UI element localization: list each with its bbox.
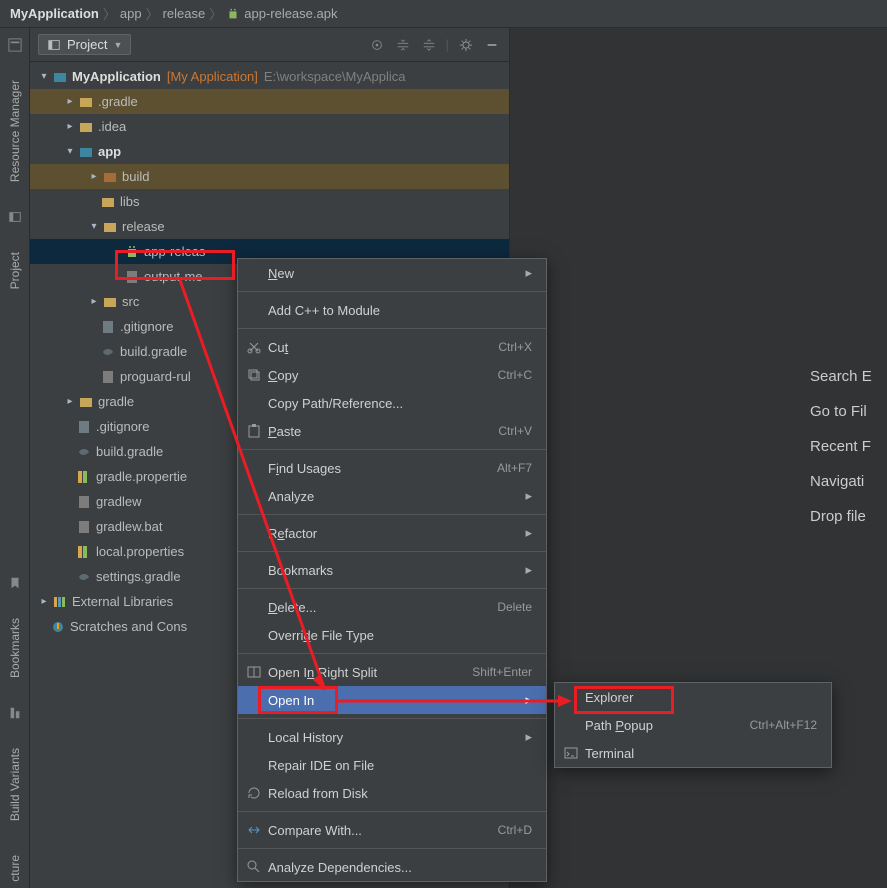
minimize-icon[interactable]: [483, 36, 501, 54]
menu-add-cpp[interactable]: Add C++ to Module: [238, 296, 546, 324]
crumb-root[interactable]: MyApplication: [10, 6, 99, 21]
tool-build-variants[interactable]: Build Variants: [8, 742, 22, 827]
libraries-icon: [52, 594, 68, 610]
menu-open-split[interactable]: Open In Right SplitShift+Enter: [238, 658, 546, 686]
build-variants-icon: [8, 706, 22, 720]
json-file-icon: [124, 269, 140, 285]
terminal-icon: [563, 745, 579, 761]
menu-compare[interactable]: Compare With...Ctrl+D: [238, 816, 546, 844]
menu-find-usages[interactable]: Find UsagesAlt+F7: [238, 454, 546, 482]
quick-goto: Go to Fil: [810, 403, 887, 420]
gitignore-icon: [76, 419, 92, 435]
quick-recent: Recent F: [810, 438, 887, 455]
module-folder-icon: [78, 144, 94, 160]
apk-icon: [124, 244, 140, 260]
folder-icon: [102, 219, 118, 235]
tree-node-release[interactable]: ▾ release: [30, 214, 509, 239]
tool-resource-manager[interactable]: Resource Manager: [8, 74, 22, 188]
menu-override-filetype[interactable]: Override File Type: [238, 621, 546, 649]
submenu-path-popup[interactable]: Path PopupCtrl+Alt+F12: [555, 711, 831, 739]
expand-all-icon[interactable]: [394, 36, 412, 54]
properties-icon: [76, 469, 92, 485]
menu-bookmarks[interactable]: Bookmarks▸: [238, 556, 546, 584]
breadcrumbs: MyApplication 〉 app 〉 release 〉 app-rele…: [0, 0, 887, 28]
view-icon: [47, 38, 61, 52]
tree-node-libs[interactable]: libs: [30, 189, 509, 214]
submenu-explorer[interactable]: Explorer: [555, 683, 831, 711]
menu-analyze[interactable]: Analyze▸: [238, 482, 546, 510]
folder-icon: [100, 194, 116, 210]
compare-icon: [246, 822, 262, 838]
chevron-right-icon: 〉: [103, 4, 116, 23]
chevron-right-icon: 〉: [146, 4, 159, 23]
gradle-icon: [76, 569, 92, 585]
chevron-right-icon: 〉: [209, 4, 222, 23]
properties-icon: [76, 544, 92, 560]
project-view-selector[interactable]: Project ▼: [38, 34, 131, 55]
crumb-release[interactable]: release: [163, 6, 206, 21]
menu-analyze-deps[interactable]: Analyze Dependencies...: [238, 853, 546, 881]
tree-node-idea[interactable]: ▸ .idea: [30, 114, 509, 139]
menu-copypath[interactable]: Copy Path/Reference...: [238, 389, 546, 417]
tree-node-app[interactable]: ▾ app: [30, 139, 509, 164]
split-icon: [246, 664, 262, 680]
reload-icon: [246, 785, 262, 801]
tree-node-build[interactable]: ▸ build: [30, 164, 509, 189]
text-file-icon: [100, 369, 116, 385]
tool-project[interactable]: Project: [8, 246, 22, 295]
folder-icon: [78, 394, 94, 410]
folder-icon: [78, 94, 94, 110]
folder-icon: [78, 119, 94, 135]
context-menu: New▸ Add C++ to Module CutCtrl+X CopyCtr…: [237, 258, 547, 882]
folder-icon: [102, 294, 118, 310]
tool-window-bar: Resource Manager Project Bookmarks Build…: [0, 28, 30, 888]
quick-drop: Drop file: [810, 508, 887, 525]
menu-reload-disk[interactable]: Reload from Disk: [238, 779, 546, 807]
menu-copy[interactable]: CopyCtrl+C: [238, 361, 546, 389]
bat-file-icon: [76, 519, 92, 535]
analyze-deps-icon: [246, 859, 262, 875]
crumb-file[interactable]: app-release.apk: [244, 6, 337, 21]
gitignore-icon: [100, 319, 116, 335]
menu-new[interactable]: New▸: [238, 259, 546, 287]
folder-icon: [102, 169, 118, 185]
paste-icon: [246, 423, 262, 439]
chevron-down-icon: ▼: [113, 40, 122, 50]
view-label: Project: [67, 37, 107, 52]
bookmark-icon: [8, 576, 22, 590]
menu-local-history[interactable]: Local History▸: [238, 723, 546, 751]
tree-node-gradle-dir[interactable]: ▸ .gradle: [30, 89, 509, 114]
menu-open-in[interactable]: Open In▸: [238, 686, 546, 714]
menu-delete[interactable]: Delete...Delete: [238, 593, 546, 621]
collapse-all-icon[interactable]: [420, 36, 438, 54]
project-tool-icon: [8, 210, 22, 224]
quick-navbar: Navigati: [810, 473, 887, 490]
module-icon: [52, 69, 68, 85]
gear-icon[interactable]: [457, 36, 475, 54]
crumb-app[interactable]: app: [120, 6, 142, 21]
menu-paste[interactable]: PasteCtrl+V: [238, 417, 546, 445]
locate-icon[interactable]: [368, 36, 386, 54]
gradle-icon: [100, 344, 116, 360]
cut-icon: [246, 339, 262, 355]
menu-cut[interactable]: CutCtrl+X: [238, 333, 546, 361]
tree-root[interactable]: ▾ MyApplication [My Application] E:\work…: [30, 64, 509, 89]
tool-bookmarks[interactable]: Bookmarks: [8, 612, 22, 684]
resource-manager-icon: [8, 38, 22, 52]
menu-repair-ide[interactable]: Repair IDE on File: [238, 751, 546, 779]
submenu-terminal[interactable]: Terminal: [555, 739, 831, 767]
apk-icon: [226, 7, 240, 21]
gradle-icon: [76, 444, 92, 460]
scratches-icon: [50, 619, 66, 635]
submenu-open-in: Explorer Path PopupCtrl+Alt+F12 Terminal: [554, 682, 832, 768]
tool-structure[interactable]: cture: [8, 849, 22, 888]
script-icon: [76, 494, 92, 510]
quick-search: Search E: [810, 368, 887, 385]
copy-icon: [246, 367, 262, 383]
menu-refactor[interactable]: Refactor▸: [238, 519, 546, 547]
